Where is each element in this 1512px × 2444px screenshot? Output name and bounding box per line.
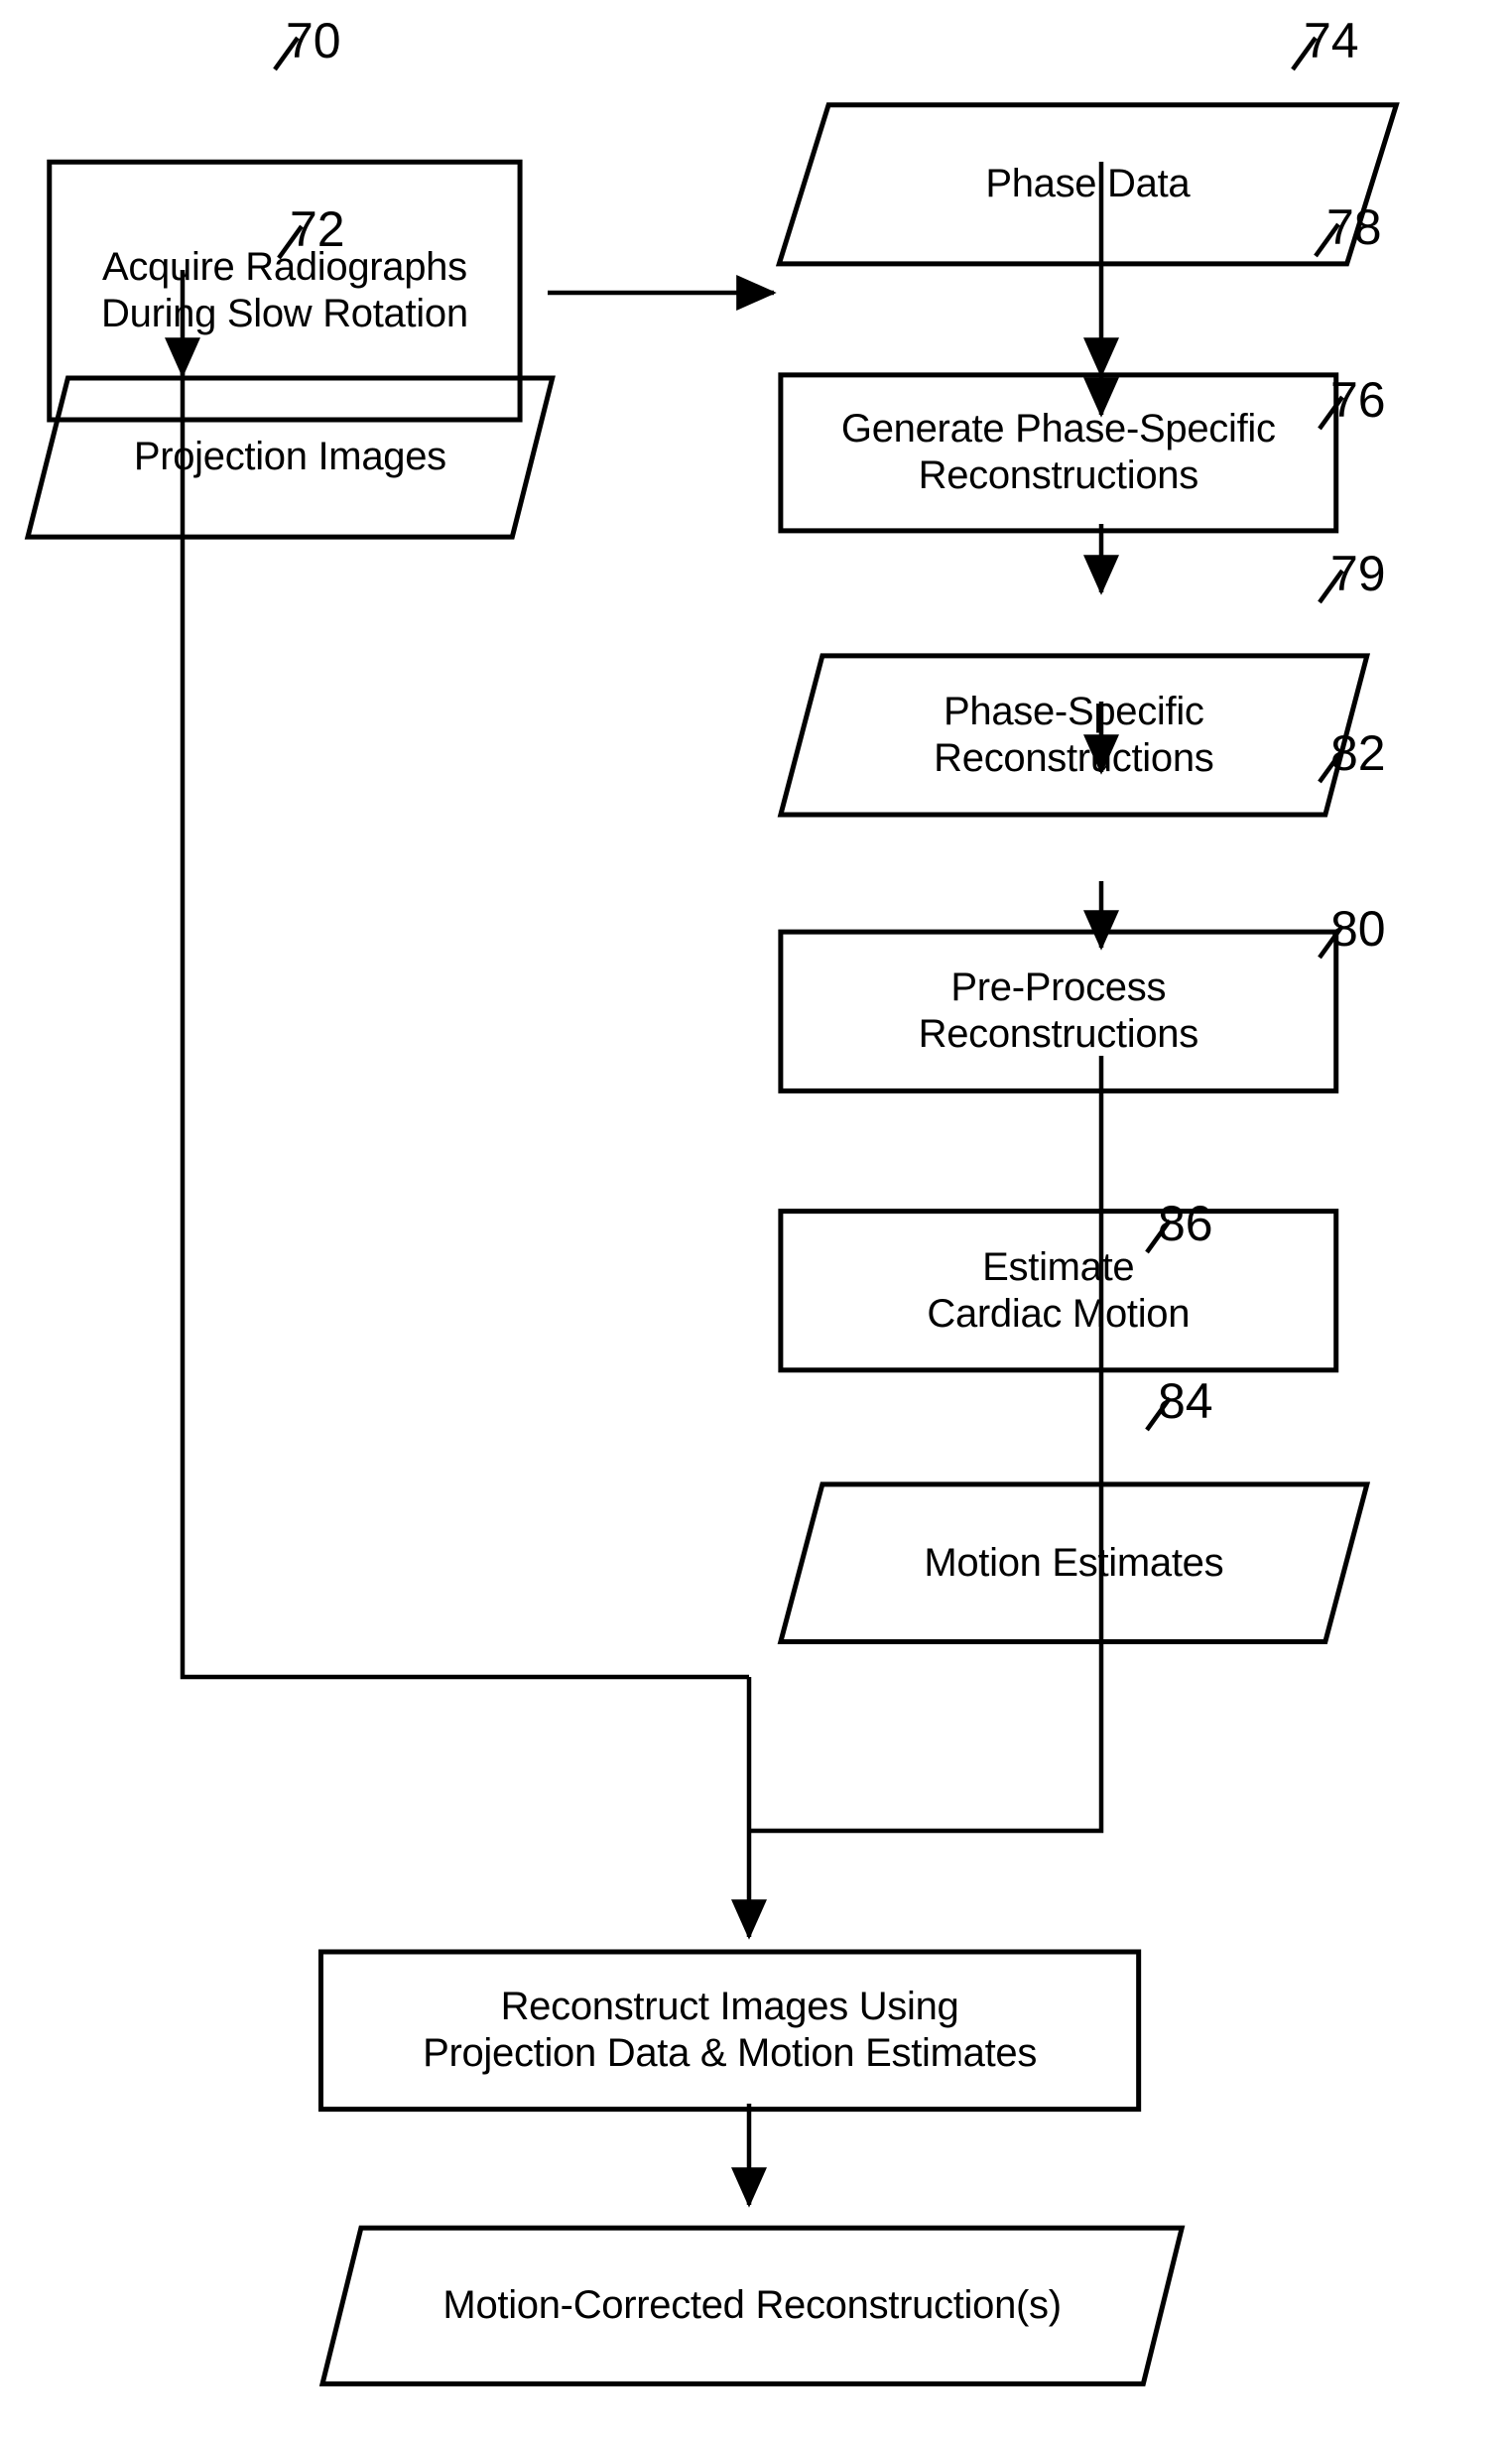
node-label-80: Motion Estimates <box>924 1540 1224 1585</box>
ref-numeral-82: 82 <box>1330 725 1386 781</box>
leader-line-79 <box>1318 569 1344 604</box>
node-shape-78 <box>778 372 1339 534</box>
ref-numeral-84: 84 <box>1158 1373 1213 1429</box>
node-shape-74 <box>775 102 1400 267</box>
node-shapes <box>24 102 1400 2386</box>
node-label-79: Pre-Process Reconstructions <box>918 965 1199 1057</box>
node-label-76: Phase-Specific Reconstructions <box>934 689 1214 780</box>
leader-line-74 <box>1291 36 1318 71</box>
leader-line-72 <box>277 224 304 260</box>
node-shape-72 <box>24 375 556 540</box>
edge-route-72-86 <box>180 345 749 1680</box>
leader-line-76 <box>1318 395 1344 431</box>
leader-line-86 <box>1145 1219 1172 1254</box>
ref-numeral-76: 76 <box>1330 372 1386 428</box>
node-shape-84 <box>318 2225 1186 2386</box>
node-label-86: Reconstruct Images Using Projection Data… <box>423 1985 1038 2076</box>
ref-numeral-70: 70 <box>286 13 341 68</box>
edge-route-80-86 <box>749 1056 1104 1834</box>
node-shape-86 <box>317 1949 1142 2113</box>
ref-numeral-86: 86 <box>1158 1196 1213 1251</box>
node-shape-82 <box>778 1209 1339 1373</box>
node-label-74: Phase Data <box>985 162 1191 206</box>
leader-line-82 <box>1318 748 1344 784</box>
flowchart-geometry <box>24 36 1400 2386</box>
ref-numeral-80: 80 <box>1330 901 1386 957</box>
node-label-84: Motion-Corrected Reconstruction(s) <box>442 2283 1062 2328</box>
leader-line-78 <box>1314 222 1340 258</box>
ref-numeral-72: 72 <box>290 201 345 257</box>
node-label-72: Projection Images <box>133 435 446 479</box>
node-label-70: Acquire Radiographs During Slow Rotation <box>101 244 468 336</box>
node-shape-79 <box>778 929 1339 1093</box>
leader-line-84 <box>1145 1396 1172 1432</box>
leader-line-80 <box>1318 924 1344 960</box>
node-shape-70 <box>47 159 523 423</box>
node-label-78: Generate Phase-Specific Reconstructions <box>840 407 1276 498</box>
ref-numeral-74: 74 <box>1304 13 1359 68</box>
ref-numeral-78: 78 <box>1326 199 1382 255</box>
node-shape-80 <box>777 1481 1371 1644</box>
ref-numeral-79: 79 <box>1330 546 1386 601</box>
leader-line-70 <box>273 36 300 71</box>
node-shape-76 <box>777 653 1371 818</box>
node-label-82: Estimate Cardiac Motion <box>927 1244 1191 1336</box>
patent-flowchart-figure: Acquire Radiographs During Slow Rotation… <box>0 0 1512 2444</box>
